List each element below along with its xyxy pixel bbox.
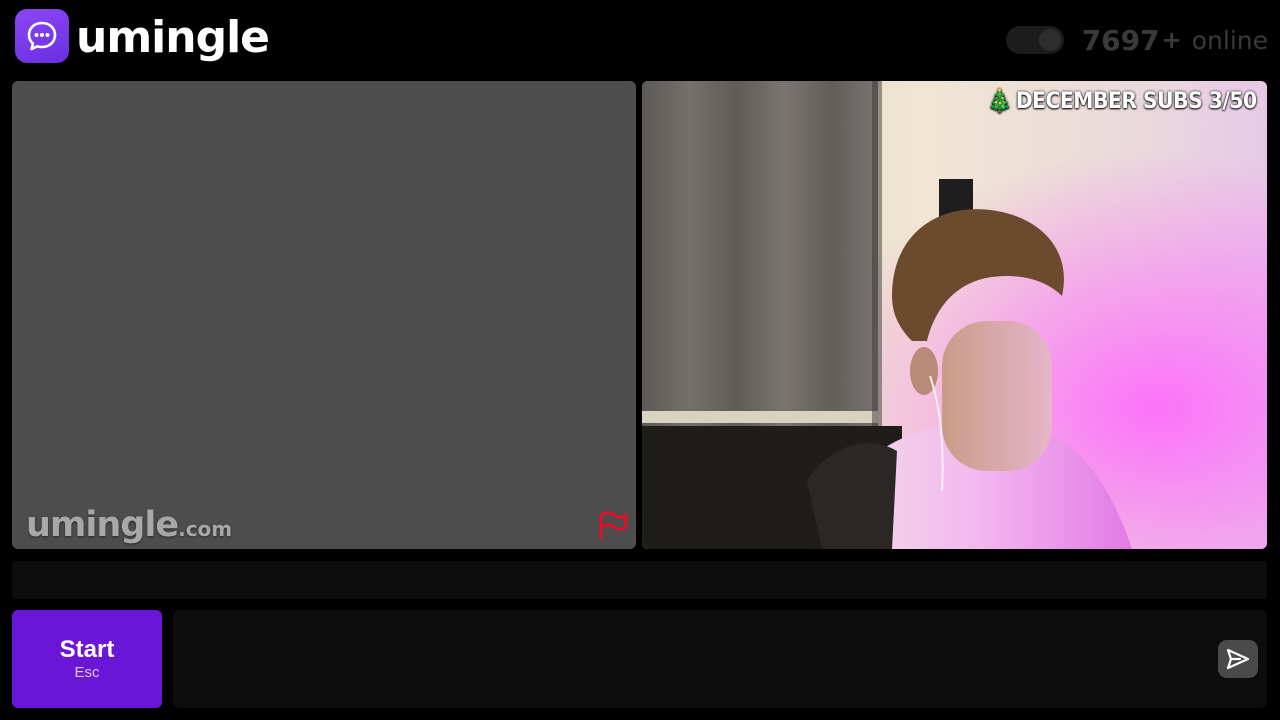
flag-icon (599, 511, 628, 540)
stranger-video-panel: umingle.com (12, 81, 636, 549)
online-counter: 7697 + online (1005, 18, 1268, 62)
message-input[interactable] (173, 610, 1267, 708)
app-logo-text[interactable]: umingle (76, 8, 270, 68)
online-label: online (1191, 25, 1268, 55)
start-button-shortcut: Esc (74, 664, 100, 681)
overlay-text: DECEMBER SUBS 3/50 (1016, 89, 1257, 114)
online-toggle[interactable] (1005, 26, 1064, 54)
umingle-watermark: umingle.com (26, 505, 232, 545)
watermark-tld: .com (178, 517, 233, 541)
self-video-panel: 🎄 DECEMBER SUBS 3/50 (642, 81, 1267, 549)
chat-log-area (12, 561, 1267, 599)
stream-overlay-label: 🎄 DECEMBER SUBS 3/50 (987, 89, 1258, 114)
toggle-knob (1038, 29, 1061, 51)
header: umingle 7697 + online (0, 0, 1280, 80)
send-arrow-icon (1226, 648, 1250, 670)
chat-bubble-icon (15, 9, 69, 63)
webcam-feed-image (642, 81, 1267, 549)
christmas-tree-icon: 🎄 (987, 89, 1013, 114)
send-button[interactable] (1218, 640, 1258, 678)
watermark-main: umingle (26, 505, 179, 545)
online-plus: + (1161, 26, 1182, 54)
online-count: 7697 (1081, 23, 1160, 57)
start-button-label: Start (59, 636, 115, 663)
report-button[interactable] (596, 509, 630, 541)
start-button[interactable]: Start Esc (12, 610, 162, 708)
